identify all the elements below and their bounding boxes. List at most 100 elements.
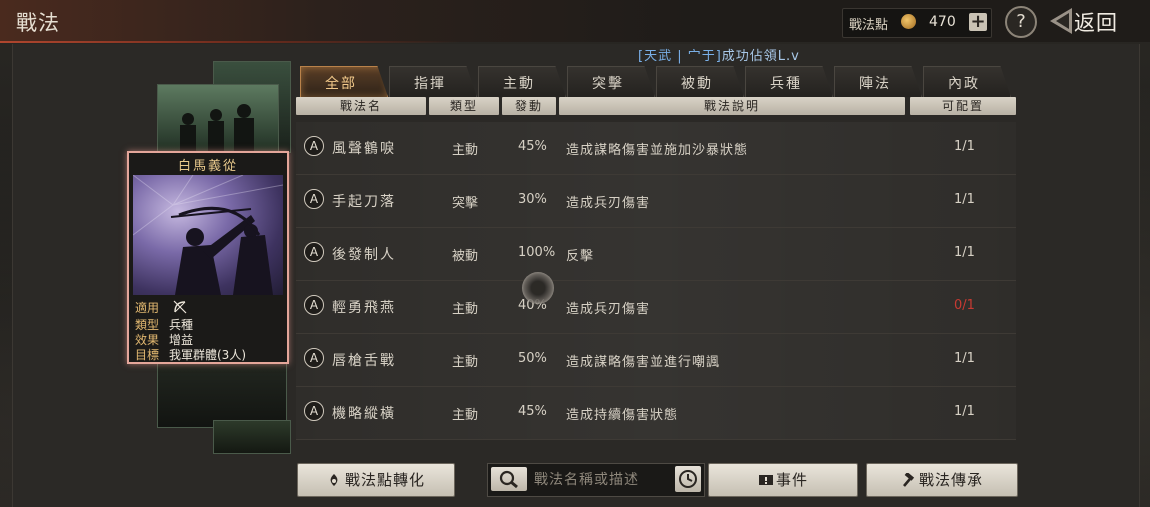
tactic-rate: 30% — [518, 192, 547, 207]
tab-troop[interactable]: 兵種 — [745, 66, 833, 97]
table-row[interactable]: A 唇槍舌戰 主動 50% 造成謀略傷害並進行嘲諷 1/1 — [296, 334, 1016, 387]
tab-label: 突擊 — [592, 76, 624, 92]
tactic-description: 造成謀略傷害並進行嘲諷 — [566, 355, 721, 370]
soldiers-silhouette — [180, 104, 254, 157]
tactic-rate: 100% — [518, 245, 556, 260]
tactic-name: 輕勇飛燕 — [332, 300, 396, 316]
tactic-name: 唇槍舌戰 — [332, 353, 396, 369]
events-button[interactable]: 事件 — [708, 463, 858, 497]
table-row[interactable]: A 風聲鶴唳 主動 45% 造成謀略傷害並施加沙暴狀態 1/1 — [296, 122, 1016, 175]
tactic-list: A 風聲鶴唳 主動 45% 造成謀略傷害並施加沙暴狀態 1/1 A 手起刀落 突… — [296, 122, 1016, 440]
card-stack-base — [213, 420, 291, 454]
tab-label: 全部 — [325, 76, 357, 92]
tab-formation[interactable]: 陣法 — [834, 66, 922, 97]
ink-points-icon — [901, 14, 916, 29]
points-value: 470 — [929, 14, 956, 30]
tactic-slots: 0/1 — [954, 298, 975, 313]
tactic-description: 造成兵刃傷害 — [566, 302, 651, 317]
tactic-slots: 1/1 — [954, 139, 975, 154]
search-icon — [499, 470, 518, 489]
inherit-tactic-button[interactable]: 戰法傳承 — [866, 463, 1018, 497]
info-key: 類型 — [135, 318, 160, 332]
tactic-rate: 45% — [518, 139, 547, 154]
tactic-description: 反擊 — [566, 249, 595, 264]
grade-badge: A — [304, 189, 324, 209]
history-button[interactable] — [675, 466, 701, 492]
tactic-slots: 1/1 — [954, 245, 975, 260]
notice-text: 成功佔領L.v — [721, 49, 800, 64]
grade-badge: A — [304, 242, 324, 262]
tactic-name: 後發制人 — [332, 247, 396, 263]
tactic-slots: 1/1 — [954, 192, 975, 207]
inherit-tactic-label: 戰法傳承 — [918, 471, 983, 489]
tactic-slots: 1/1 — [954, 404, 975, 419]
tactic-description: 造成持續傷害狀態 — [566, 408, 679, 423]
tactic-slots: 1/1 — [954, 351, 975, 366]
notice-bracket: [天武 | 宀于] — [638, 49, 722, 64]
tab-label: 被動 — [681, 76, 713, 92]
events-label: 事件 — [775, 471, 808, 489]
hammer-icon — [901, 466, 915, 487]
table-row[interactable]: A 後發制人 被動 100% 反擊 1/1 — [296, 228, 1016, 281]
card-stack-bottom — [157, 356, 287, 428]
info-key: 效果 — [135, 333, 160, 347]
grade-badge: A — [304, 401, 324, 421]
column-description[interactable]: 戰法說明 — [559, 97, 905, 115]
tactic-type: 主動 — [452, 408, 479, 423]
tab-label: 內政 — [948, 76, 980, 92]
tactic-points-display: 戰法點 470 + — [842, 8, 992, 38]
back-button[interactable]: 返回 — [1050, 6, 1126, 36]
info-value: 我軍群體(3人) — [169, 348, 246, 362]
top-bar-accent-line — [0, 41, 1150, 43]
card-title: 白馬義從 — [177, 159, 238, 174]
bow-icon — [173, 300, 187, 318]
tab-all[interactable]: 全部 — [300, 66, 388, 97]
help-button[interactable]: ? — [1005, 6, 1037, 38]
tab-label: 指揮 — [414, 76, 446, 92]
gem-icon — [327, 466, 341, 486]
column-name[interactable]: 戰法名 — [296, 97, 426, 115]
tactic-description: 造成兵刃傷害 — [566, 196, 651, 211]
convert-points-label: 戰法點轉化 — [344, 471, 425, 489]
tab-internal[interactable]: 內政 — [923, 66, 1011, 97]
tactic-type: 被動 — [452, 249, 479, 264]
search-bar — [487, 463, 705, 497]
tab-passive[interactable]: 被動 — [656, 66, 744, 97]
tab-command[interactable]: 指揮 — [389, 66, 477, 97]
column-rate[interactable]: 發動 — [502, 97, 556, 115]
tab-assault[interactable]: 突擊 — [567, 66, 655, 97]
grade-badge: A — [304, 348, 324, 368]
grade-badge: A — [304, 295, 324, 315]
table-row[interactable]: A 手起刀落 突擊 30% 造成兵刃傷害 1/1 — [296, 175, 1016, 228]
tactic-name: 手起刀落 — [332, 194, 396, 210]
grade-badge: A — [304, 136, 324, 156]
info-row: 適用 — [135, 300, 246, 318]
info-value: 增益 — [169, 333, 194, 347]
add-points-button[interactable]: + — [969, 13, 987, 31]
tactic-type: 突擊 — [452, 196, 479, 211]
tactic-name: 風聲鶴唳 — [332, 141, 396, 157]
selected-tactic-card[interactable]: 白馬義從 適用 類型 兵種 效果 增益 目標 我軍群體(3人) — [127, 151, 289, 364]
tactic-type: 主動 — [452, 302, 479, 317]
tab-label: 兵種 — [770, 76, 802, 92]
points-label: 戰法點 — [849, 18, 889, 33]
info-row: 目標 我軍群體(3人) — [135, 348, 246, 363]
column-type[interactable]: 類型 — [429, 97, 499, 115]
info-value: 兵種 — [169, 318, 194, 332]
search-input[interactable] — [532, 468, 676, 492]
convert-points-button[interactable]: 戰法點轉化 — [297, 463, 455, 497]
archer-artwork — [133, 175, 283, 295]
info-row: 類型 兵種 — [135, 318, 246, 333]
table-row[interactable]: A 機略縱橫 主動 45% 造成持續傷害狀態 1/1 — [296, 387, 1016, 440]
column-slots[interactable]: 可配置 — [910, 97, 1016, 115]
search-button[interactable] — [491, 467, 527, 491]
clock-icon — [679, 470, 697, 488]
scrolling-notice: [天武 | 宀于]成功佔領L.v — [638, 45, 800, 64]
tactic-rate: 50% — [518, 351, 547, 366]
info-key: 目標 — [135, 348, 160, 362]
table-row[interactable]: A 輕勇飛燕 主動 40% 造成兵刃傷害 0/1 — [296, 281, 1016, 334]
back-arrow-inner — [1056, 13, 1069, 29]
back-label: 返回 — [1074, 11, 1118, 35]
info-row: 效果 增益 — [135, 333, 246, 348]
tab-active[interactable]: 主動 — [478, 66, 566, 97]
